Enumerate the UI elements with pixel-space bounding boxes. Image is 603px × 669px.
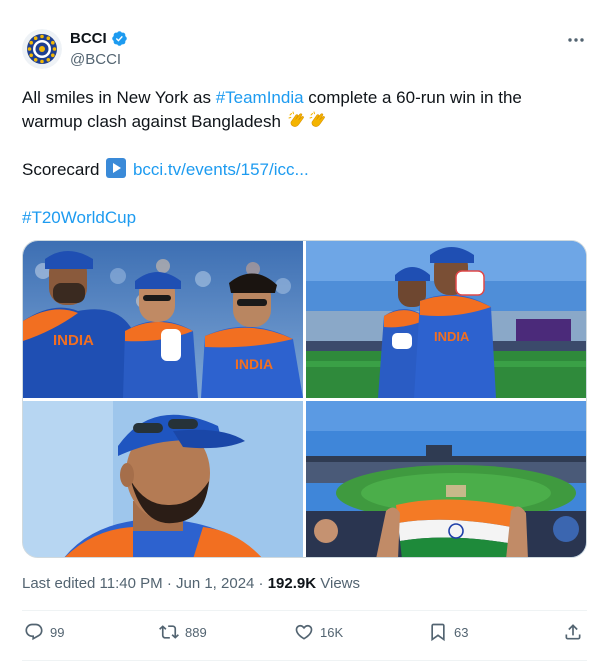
bookmark-button[interactable]: 63 <box>428 622 468 642</box>
heart-icon <box>295 624 313 640</box>
players-walking-photo[interactable]: INDIA <box>306 241 586 398</box>
like-button[interactable]: 16K <box>294 622 343 642</box>
like-count: 16K <box>320 624 344 640</box>
tweet-text: All smiles in New York as #TeamIndia com… <box>22 86 582 230</box>
divider <box>22 660 587 661</box>
tweet-text-part: complete a 60-run win in the <box>303 88 522 107</box>
divider <box>22 610 587 611</box>
action-bar: 99 889 16K 63 <box>22 622 587 648</box>
edited-timestamp[interactable]: Last edited 11:40 PM · Jun 1, 2024 · <box>22 575 268 592</box>
author-handle[interactable]: @BCCI <box>70 51 121 68</box>
clapping-hands-icon <box>309 111 325 127</box>
scorecard-link[interactable]: bcci.tv/events/157/icc... <box>133 160 309 179</box>
bcci-logo-avatar[interactable] <box>22 29 62 69</box>
scorecard-label: Scorecard <box>22 160 105 179</box>
clapping-hands-icon <box>288 111 304 127</box>
retweet-count: 889 <box>185 624 207 640</box>
jersey-text: INDIA <box>53 332 94 349</box>
jersey-text: INDIA <box>235 356 273 372</box>
share-icon <box>565 624 581 640</box>
verified-badge-icon <box>111 31 127 46</box>
hashtag-teamindia-link[interactable]: #TeamIndia <box>216 88 304 107</box>
views-count[interactable]: 192.9K <box>268 575 316 592</box>
captain-closeup-photo[interactable] <box>23 401 303 557</box>
bookmark-icon <box>431 623 445 642</box>
tweet-meta: Last edited 11:40 PM · Jun 1, 2024 · 192… <box>22 575 360 592</box>
share-button[interactable] <box>563 622 583 642</box>
tweet-card: BCCI @BCCI All smiles in New York as #Te… <box>0 0 603 669</box>
tweet-text-part: warmup clash against Bangladesh <box>22 112 286 131</box>
views-label: Views <box>316 575 361 592</box>
author-name-row: BCCI <box>70 30 128 47</box>
players-smiling-photo[interactable]: INDIA INDIA <box>23 241 303 398</box>
bookmark-count: 63 <box>454 624 469 640</box>
media-grid: INDIA INDIA INDIA <box>22 240 587 558</box>
reply-count: 99 <box>50 624 65 640</box>
reply-button[interactable]: 99 <box>24 622 64 642</box>
retweet-icon <box>159 625 179 639</box>
stadium-flag-photo[interactable] <box>306 401 586 557</box>
jersey-text: INDIA <box>434 329 470 344</box>
author-display-name[interactable]: BCCI <box>70 30 107 47</box>
tweet-text-part: All smiles in New York as <box>22 88 216 107</box>
more-options-icon[interactable] <box>566 30 586 50</box>
hashtag-t20worldcup-link[interactable]: #T20WorldCup <box>22 208 136 227</box>
reply-icon <box>25 623 43 641</box>
play-button-icon <box>106 158 127 178</box>
retweet-button[interactable]: 889 <box>159 622 207 642</box>
